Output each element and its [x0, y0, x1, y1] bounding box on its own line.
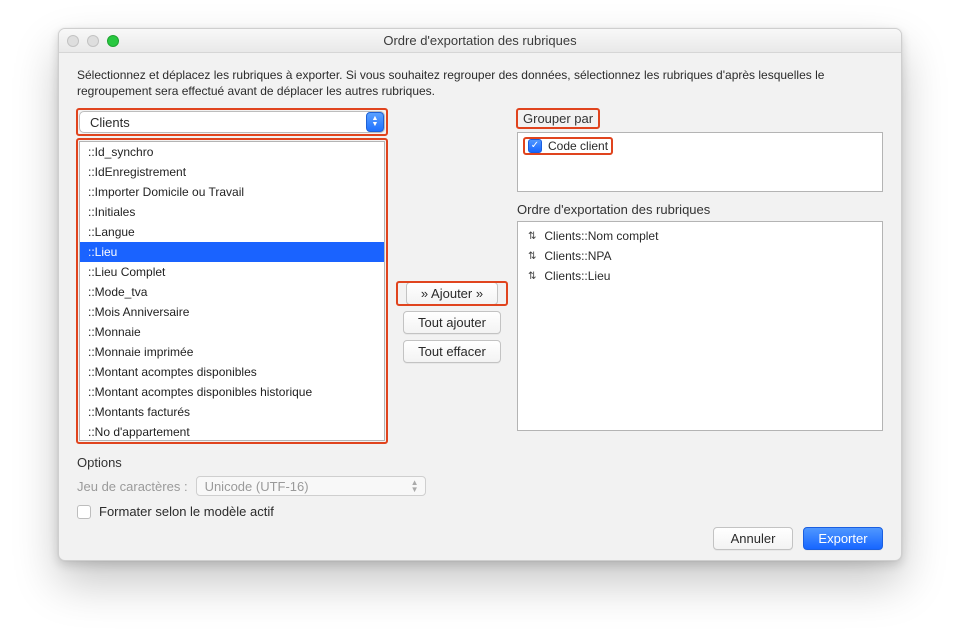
source-field-item[interactable]: ::Montant acomptes disponibles historiqu…: [80, 382, 384, 402]
add-all-wrap: Tout ajouter: [397, 311, 507, 334]
source-field-item[interactable]: ::Initiales: [80, 202, 384, 222]
table-select-value: Clients: [90, 115, 130, 130]
source-column: Clients ▲▼ ::Id_synchro::IdEnregistremen…: [77, 109, 387, 443]
charset-row: Jeu de caractères : Unicode (UTF-16) ▲▼: [77, 476, 883, 496]
zoom-window-icon[interactable]: [107, 35, 119, 47]
cancel-button[interactable]: Annuler: [713, 527, 793, 550]
table-select-highlight: Clients ▲▼: [77, 109, 387, 135]
drag-handle-icon[interactable]: ⇅: [528, 231, 536, 242]
export-order-item[interactable]: ⇅ Clients::Lieu: [520, 266, 880, 286]
group-by-item-label: Code client: [548, 139, 608, 153]
charset-label: Jeu de caractères :: [77, 479, 188, 494]
source-field-item[interactable]: ::Id_synchro: [80, 142, 384, 162]
add-all-button[interactable]: Tout ajouter: [403, 311, 501, 334]
options-section: Options Jeu de caractères : Unicode (UTF…: [77, 455, 883, 519]
format-option-row[interactable]: Formater selon le modèle actif: [77, 504, 883, 519]
main-row: Clients ▲▼ ::Id_synchro::IdEnregistremen…: [77, 109, 883, 443]
transfer-buttons-column: » Ajouter » Tout ajouter Tout effacer: [387, 109, 517, 366]
clear-all-wrap: Tout effacer: [397, 340, 507, 363]
instructions-text: Sélectionnez et déplacez les rubriques à…: [77, 67, 883, 99]
source-field-list[interactable]: ::Id_synchro::IdEnregistrement::Importer…: [79, 141, 385, 441]
charset-select[interactable]: Unicode (UTF-16) ▲▼: [196, 476, 426, 496]
dialog-window: Ordre d'exportation des rubriques Sélect…: [58, 28, 902, 561]
dialog-body: Sélectionnez et déplacez les rubriques à…: [59, 53, 901, 561]
window-title: Ordre d'exportation des rubriques: [59, 33, 901, 48]
traffic-lights: [67, 35, 119, 47]
drag-handle-icon[interactable]: ⇅: [528, 271, 536, 282]
export-order-list[interactable]: ⇅Clients::Nom complet⇅Clients::NPA⇅Clien…: [517, 221, 883, 431]
format-option-label: Formater selon le modèle actif: [99, 504, 274, 519]
export-order-item-label: Clients::Lieu: [544, 269, 610, 283]
export-order-item[interactable]: ⇅ Clients::NPA: [520, 246, 880, 266]
add-button-highlight: » Ajouter »: [397, 282, 507, 305]
source-field-item[interactable]: ::Monnaie: [80, 322, 384, 342]
export-order-item-label: Clients::NPA: [544, 249, 611, 263]
clear-all-button[interactable]: Tout effacer: [403, 340, 501, 363]
options-header: Options: [77, 455, 883, 470]
table-select[interactable]: Clients ▲▼: [79, 111, 385, 133]
source-field-item[interactable]: ::Mode_tva: [80, 282, 384, 302]
source-field-item[interactable]: ::Montants facturés: [80, 402, 384, 422]
dialog-footer: Annuler Exporter: [77, 527, 883, 550]
group-by-section: Grouper par ✓ Code client: [517, 109, 883, 192]
source-field-item[interactable]: ::No d'appartement: [80, 422, 384, 441]
group-by-header: Grouper par: [517, 109, 599, 128]
source-field-item[interactable]: ::Langue: [80, 222, 384, 242]
drag-handle-icon[interactable]: ⇅: [528, 251, 536, 262]
source-field-item[interactable]: ::Mois Anniversaire: [80, 302, 384, 322]
source-field-item[interactable]: ::Monnaie imprimée: [80, 342, 384, 362]
source-field-item[interactable]: ::Importer Domicile ou Travail: [80, 182, 384, 202]
checkbox-checked-icon[interactable]: ✓: [528, 139, 542, 153]
group-by-item[interactable]: ✓ Code client: [524, 138, 612, 154]
checkbox-unchecked-icon[interactable]: [77, 505, 91, 519]
export-order-item[interactable]: ⇅ Clients::Nom complet: [520, 226, 880, 246]
source-field-item[interactable]: ::IdEnregistrement: [80, 162, 384, 182]
export-order-item-label: Clients::Nom complet: [544, 229, 658, 243]
updown-chevron-icon: ▲▼: [411, 479, 419, 493]
source-field-item[interactable]: ::Lieu: [80, 242, 384, 262]
export-button[interactable]: Exporter: [803, 527, 883, 550]
updown-chevron-icon: ▲▼: [366, 112, 384, 132]
export-order-header: Ordre d'exportation des rubriques: [517, 202, 883, 217]
source-field-item[interactable]: ::Montant acomptes disponibles: [80, 362, 384, 382]
charset-value: Unicode (UTF-16): [205, 479, 309, 494]
source-field-item[interactable]: ::Lieu Complet: [80, 262, 384, 282]
target-column: Grouper par ✓ Code client Ordre d'export…: [517, 109, 883, 431]
group-by-box[interactable]: ✓ Code client: [517, 132, 883, 192]
close-window-icon[interactable]: [67, 35, 79, 47]
add-button[interactable]: » Ajouter »: [406, 282, 498, 305]
field-list-highlight: ::Id_synchro::IdEnregistrement::Importer…: [77, 139, 387, 443]
titlebar: Ordre d'exportation des rubriques: [59, 29, 901, 53]
minimize-window-icon[interactable]: [87, 35, 99, 47]
